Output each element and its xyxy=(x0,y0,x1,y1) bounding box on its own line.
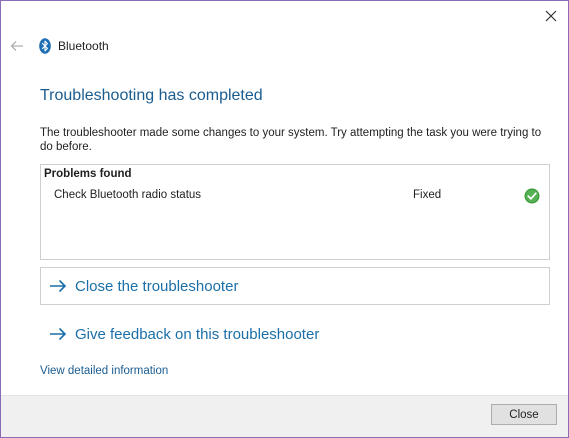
app-title: Bluetooth xyxy=(58,39,109,53)
close-button[interactable]: Close xyxy=(491,404,557,425)
back-arrow-icon[interactable] xyxy=(9,38,25,54)
bluetooth-icon xyxy=(39,38,51,54)
problems-found-panel: Problems found Check Bluetooth radio sta… xyxy=(40,164,550,260)
arrow-right-icon xyxy=(49,327,67,341)
problem-name: Check Bluetooth radio status xyxy=(54,189,202,201)
close-troubleshooter-link[interactable]: Close the troubleshooter xyxy=(40,267,550,305)
check-circle-icon xyxy=(524,188,540,204)
troubleshooter-window: Bluetooth Troubleshooting has completed … xyxy=(0,0,569,438)
close-troubleshooter-label: Close the troubleshooter xyxy=(75,277,239,295)
close-icon[interactable] xyxy=(542,7,560,25)
problems-header: Problems found xyxy=(44,168,132,180)
give-feedback-link[interactable]: Give feedback on this troubleshooter xyxy=(40,315,550,353)
arrow-right-icon xyxy=(49,279,67,293)
give-feedback-label: Give feedback on this troubleshooter xyxy=(75,325,320,343)
problem-status: Fixed xyxy=(413,189,442,201)
footer-bar: Close xyxy=(1,395,568,437)
view-detailed-information-link[interactable]: View detailed information xyxy=(40,365,168,377)
result-description: The troubleshooter made some changes to … xyxy=(40,127,542,153)
title-bar: Bluetooth xyxy=(9,37,109,55)
page-title: Troubleshooting has completed xyxy=(40,87,263,104)
